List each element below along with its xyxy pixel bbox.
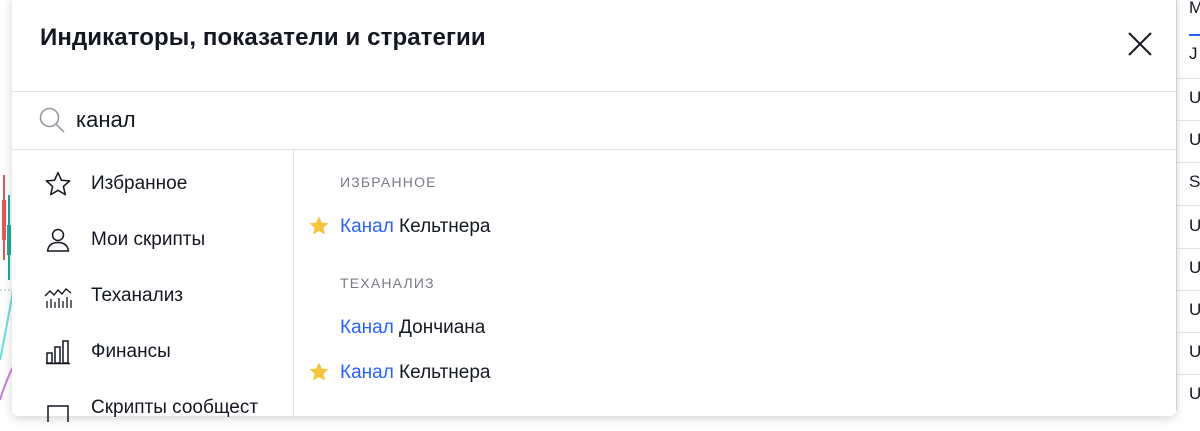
watchlist-cell: U <box>1189 130 1200 150</box>
watchlist-cell: SI <box>1189 172 1200 191</box>
category-sidebar: Избранное Мои скрипты Теханализ Финансы … <box>12 150 293 427</box>
result-match-highlight: Канал <box>340 317 394 338</box>
result-item-rest: Кельтнера <box>393 216 491 237</box>
sidebar-item-label: Теханализ <box>91 285 184 306</box>
watchlist-cell: J <box>1189 44 1198 63</box>
watchlist-cell: U <box>1189 88 1200 108</box>
result-item-rest: Дончиана <box>393 317 486 338</box>
star-filled-icon[interactable] <box>308 215 330 237</box>
result-match-highlight: Канал <box>340 362 394 383</box>
watchlist-divider <box>1177 205 1200 206</box>
watchlist-active-indicator <box>1189 34 1200 36</box>
watchlist-divider <box>1177 374 1200 375</box>
watchlist-cell: U <box>1189 384 1200 404</box>
result-item[interactable]: Канал Кельтнера <box>294 351 1176 393</box>
close-button[interactable] <box>1125 29 1155 59</box>
search-icon <box>38 106 66 134</box>
watchlist-cell: M <box>1189 0 1200 18</box>
result-item-name: Канал Дончиана <box>340 317 485 339</box>
watchlist-divider <box>1177 162 1200 163</box>
watchlist-divider <box>1177 332 1200 333</box>
result-item-name: Канал Кельтнера <box>340 362 490 384</box>
sidebar-item-technical-analysis[interactable]: Теханализ <box>12 271 293 319</box>
watchlist-cell: U <box>1189 300 1200 320</box>
result-item[interactable]: Канал Дончиана <box>294 306 1176 348</box>
sidebar-item-favorites[interactable]: Избранное <box>12 159 293 207</box>
results-list: ИЗБРАННОЕ Канал Кельтнера ТЕХАНАЛИЗ Кана… <box>294 150 1176 416</box>
watchlist-divider <box>1177 290 1200 291</box>
header-divider <box>12 91 1176 92</box>
section-header-technical: ТЕХАНАЛИЗ <box>340 275 435 291</box>
watchlist-cell: U <box>1189 258 1200 278</box>
technical-analysis-icon <box>44 282 72 310</box>
sidebar-item-label: Финансы <box>91 341 171 362</box>
watchlist-cell: U <box>1189 216 1200 236</box>
star-filled-icon[interactable] <box>308 361 330 383</box>
watchlist-divider <box>1177 248 1200 249</box>
background-watchlist: M J U U SI U U U U U <box>1176 0 1200 410</box>
dialog-title: Индикаторы, показатели и стратегии <box>40 24 486 51</box>
user-icon <box>44 226 72 254</box>
indicators-dialog: Индикаторы, показатели и стратегии Избра… <box>12 0 1176 427</box>
sidebar-item-my-scripts[interactable]: Мои скрипты <box>12 215 293 263</box>
star-outline-icon <box>44 170 72 198</box>
sidebar-item-label: Избранное <box>91 173 188 194</box>
search-input[interactable] <box>76 104 1136 136</box>
sidebar-item-label: Скрипты сообщест <box>91 397 259 418</box>
sidebar-item-financials[interactable]: Финансы <box>12 327 293 375</box>
result-match-highlight: Канал <box>340 216 394 237</box>
sidebar-item-community-scripts[interactable]: Скрипты сообщест <box>12 383 293 431</box>
sidebar-item-label: Мои скрипты <box>91 229 206 250</box>
watchlist-divider <box>1177 78 1200 79</box>
watchlist-divider <box>1177 120 1200 121</box>
watchlist-cell: U <box>1189 342 1200 362</box>
result-item-name: Канал Кельтнера <box>340 216 490 238</box>
close-icon <box>1128 32 1152 56</box>
result-item[interactable]: Канал Кельтнера <box>294 205 1176 247</box>
section-header-favorites: ИЗБРАННОЕ <box>340 174 437 190</box>
bar-chart-icon <box>44 338 72 366</box>
community-scripts-icon <box>44 394 72 427</box>
result-item-rest: Кельтнера <box>393 362 491 383</box>
